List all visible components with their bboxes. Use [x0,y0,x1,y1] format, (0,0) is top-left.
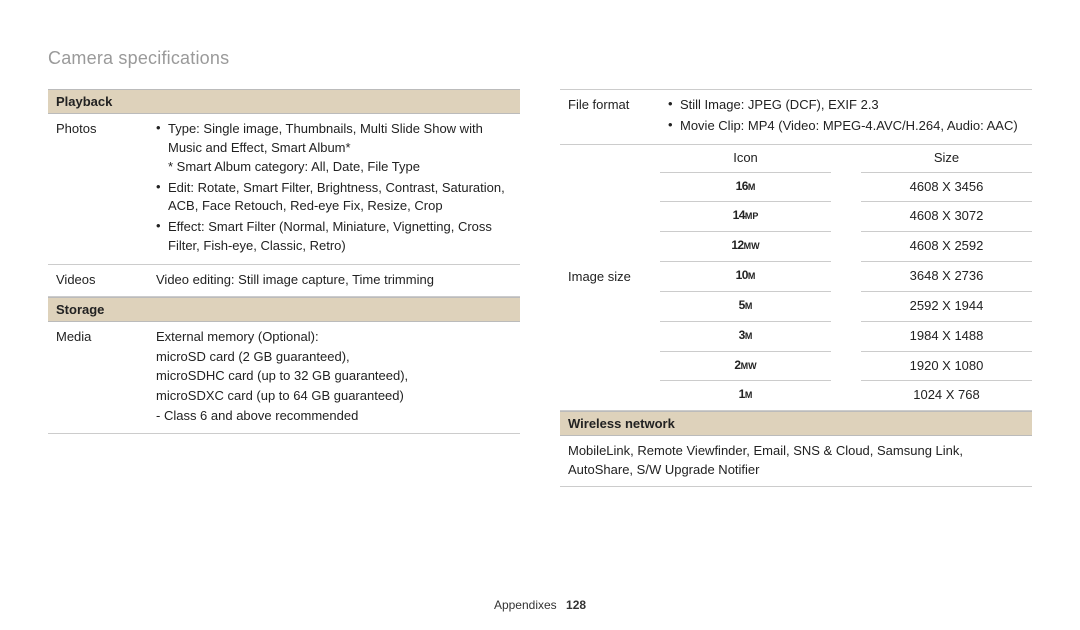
media-line-5: - Class 6 and above recommended [156,407,512,426]
row-wireless: MobileLink, Remote Viewfinder, Email, SN… [560,436,1032,487]
footer-page-number: 128 [566,598,586,612]
row-content-fileformat: Still Image: JPEG (DCF), EXIF 2.3 Movie … [668,96,1024,138]
row-content-imagesize: Icon Size 16M 4608 X 3456 14MP 4608 X 3072 1… [660,145,1032,411]
media-line-1: External memory (Optional): [156,328,512,347]
img-table-header-icon: Icon [660,145,831,173]
photos-bullet-2: Edit: Rotate, Smart Filter, Brightness, … [156,179,512,217]
img-icon-16m: 16M [660,173,831,203]
row-label-imagesize: Image size [560,262,650,293]
row-label-photos: Photos [56,120,146,258]
row-fileformat: File format Still Image: JPEG (DCF), EXI… [560,89,1032,145]
img-size-10m: 3648 X 2736 [861,262,1032,292]
left-column: Playback Photos Type: Single image, Thum… [48,89,520,487]
img-icon-14mp: 14MP [660,202,831,232]
row-content-wireless: MobileLink, Remote Viewfinder, Email, SN… [568,442,1024,480]
row-content-videos: Video editing: Still image capture, Time… [156,271,512,290]
media-line-2: microSD card (2 GB guaranteed), [156,348,512,367]
fileformat-bullet-1: Still Image: JPEG (DCF), EXIF 2.3 [668,96,1024,115]
photos-subnote: * Smart Album category: All, Date, File … [168,158,512,177]
img-size-12mw: 4608 X 2592 [861,232,1032,262]
img-size-3m: 1984 X 1488 [861,322,1032,352]
section-header-playback: Playback [48,89,520,114]
right-column: File format Still Image: JPEG (DCF), EXI… [560,89,1032,487]
img-size-1m: 1024 X 768 [861,381,1032,410]
row-label-fileformat: File format [568,96,658,138]
row-videos: Videos Video editing: Still image captur… [48,265,520,297]
img-size-16m: 4608 X 3456 [861,173,1032,203]
row-photos: Photos Type: Single image, Thumbnails, M… [48,114,520,265]
page-footer: Appendixes 128 [0,598,1080,612]
page: Camera specifications Playback Photos Ty… [0,0,1080,487]
img-icon-1m: 1M [660,381,831,410]
image-size-table: Icon Size 16M 4608 X 3456 14MP 4608 X 3072 1… [660,145,1032,411]
img-size-14mp: 4608 X 3072 [861,202,1032,232]
img-size-2mw: 1920 X 1080 [861,352,1032,382]
row-content-photos: Type: Single image, Thumbnails, Multi Sl… [156,120,512,258]
section-header-storage: Storage [48,297,520,322]
photos-bullet-list: Type: Single image, Thumbnails, Multi Sl… [156,120,512,256]
fileformat-bullet-2: Movie Clip: MP4 (Video: MPEG-4.AVC/H.264… [668,117,1024,136]
section-header-wireless: Wireless network [560,411,1032,436]
media-line-3: microSDHC card (up to 32 GB guaranteed), [156,367,512,386]
row-imagesize: Image size Icon Size 16M 4608 X 3456 14MP 4… [560,145,1032,412]
img-table-header-size: Size [861,145,1032,173]
spec-columns: Playback Photos Type: Single image, Thum… [48,89,1032,487]
photos-bullet-3: Effect: Smart Filter (Normal, Miniature,… [156,218,512,256]
page-title: Camera specifications [48,48,1032,69]
row-label-media: Media [56,328,146,427]
row-media: Media External memory (Optional): microS… [48,322,520,434]
img-icon-5m: 5M [660,292,831,322]
media-line-4: microSDXC card (up to 64 GB guaranteed) [156,387,512,406]
photos-bullet-1-text: Type: Single image, Thumbnails, Multi Sl… [168,121,483,155]
row-content-media: External memory (Optional): microSD card… [156,328,512,427]
img-icon-12mw: 12MW [660,232,831,262]
fileformat-bullet-list: Still Image: JPEG (DCF), EXIF 2.3 Movie … [668,96,1024,136]
row-label-videos: Videos [56,271,146,290]
img-icon-3m: 3M [660,322,831,352]
img-icon-2mw: 2MW [660,352,831,382]
photos-bullet-1: Type: Single image, Thumbnails, Multi Sl… [156,120,512,177]
footer-section: Appendixes [494,598,557,612]
img-icon-10m: 10M [660,262,831,292]
img-size-5m: 2592 X 1944 [861,292,1032,322]
